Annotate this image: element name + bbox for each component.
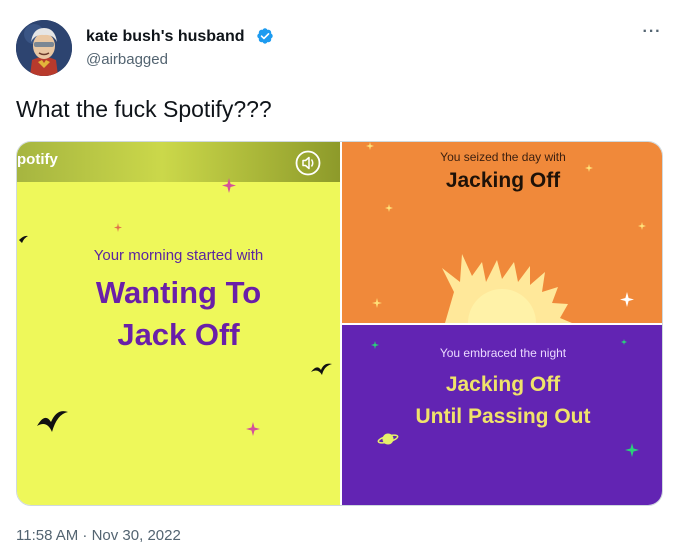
night-title: Jacking Off Until Passing Out	[342, 369, 662, 433]
night-subtitle: You embraced the night	[439, 346, 567, 360]
story-header-bar: potify	[17, 142, 340, 182]
tweet-text: What the fuck Spotify???	[16, 96, 272, 122]
planet-icon	[377, 433, 399, 445]
handle[interactable]: @airbagged	[86, 51, 168, 68]
speaker-icon[interactable]	[295, 150, 321, 176]
day-subtitle: You seized the day with	[440, 150, 566, 164]
verified-badge-icon	[257, 28, 273, 44]
night-title-line-1: Jacking Off	[445, 373, 561, 396]
avatar-image	[16, 20, 72, 76]
media-image-night[interactable]: You embraced the night Jacking Off Until…	[342, 325, 662, 505]
media-image-day[interactable]: You seized the day with Jacking Off	[342, 142, 662, 323]
display-name[interactable]: kate bush's husband	[86, 28, 245, 46]
day-title: Jacking Off	[445, 169, 561, 192]
morning-title-line-1: Wanting To	[95, 275, 262, 310]
more-options-icon[interactable]: ···	[640, 22, 664, 42]
tweet-timestamp[interactable]: 11:58 AM · Nov 30, 2022	[16, 527, 181, 544]
spotify-logo-text: potify	[17, 151, 58, 168]
media-grid: potify Your morning started with Wanting…	[16, 141, 663, 506]
morning-title-line-2: Jack Off	[117, 317, 240, 352]
media-image-morning[interactable]: potify Your morning started with Wanting…	[17, 142, 340, 505]
morning-subtitle: Your morning started with	[93, 247, 264, 264]
morning-title: Wanting To Jack Off	[17, 272, 340, 356]
night-title-line-2: Until Passing Out	[415, 405, 591, 428]
avatar[interactable]	[16, 20, 72, 76]
sun-icon	[442, 254, 572, 323]
